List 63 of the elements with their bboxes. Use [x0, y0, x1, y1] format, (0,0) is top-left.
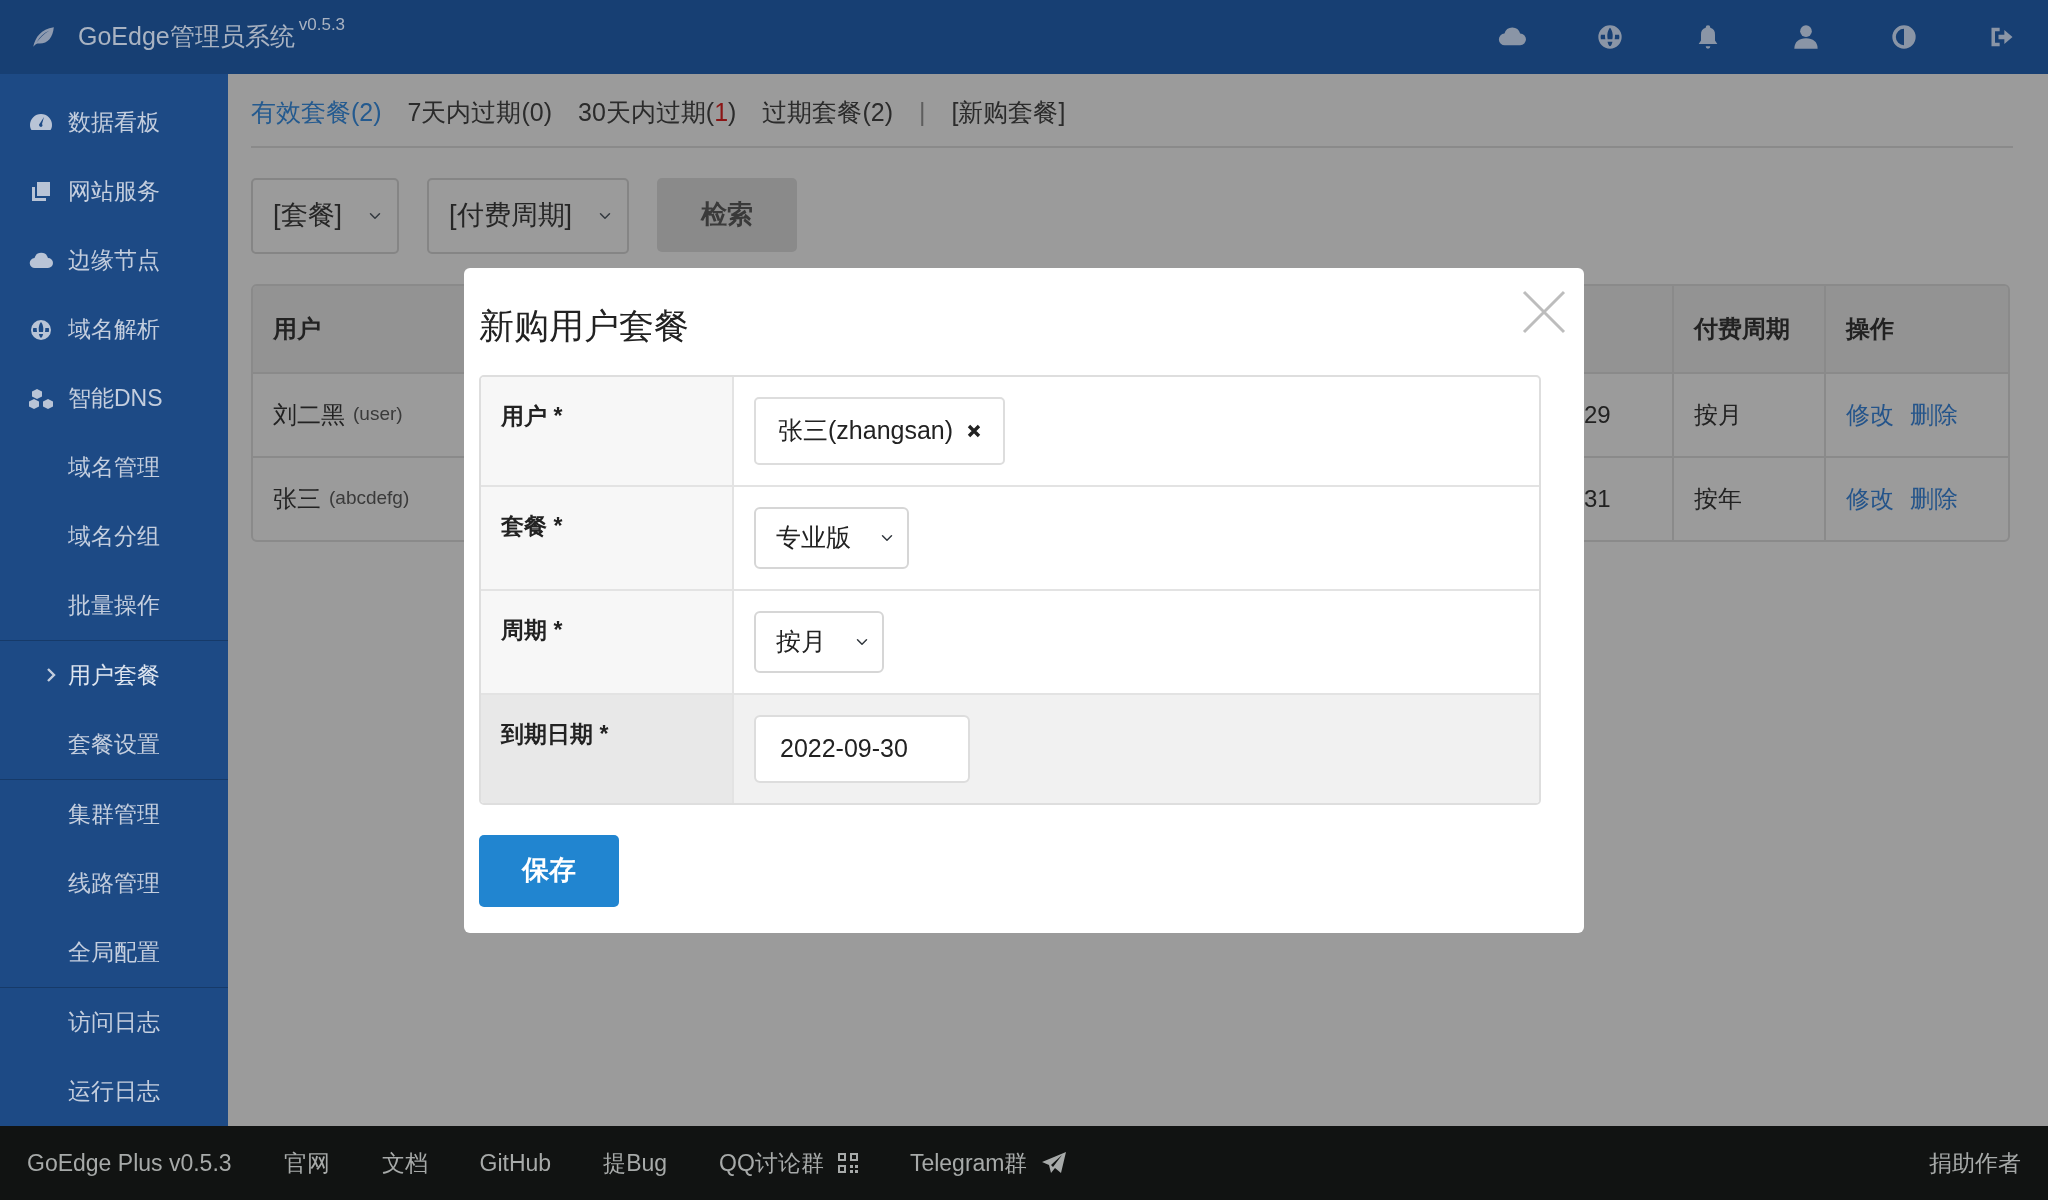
date-field[interactable]: 2022-09-30: [754, 714, 970, 783]
tab[interactable]: 过期套餐(2): [762, 94, 893, 132]
sidebar-item[interactable]: 域名分组: [0, 502, 228, 571]
tab[interactable]: 7天内过期(0): [407, 94, 553, 132]
sidebar-item[interactable]: 域名管理: [0, 433, 228, 502]
footer-link[interactable]: Telegram群: [909, 1145, 1066, 1181]
username-label: (user): [353, 402, 403, 427]
sidebar-item[interactable]: 全局配置: [0, 918, 228, 987]
footer-link[interactable]: 文档: [381, 1145, 428, 1181]
action-link[interactable]: 修改: [1846, 480, 1894, 517]
modal-title: 新购用户套餐: [479, 305, 689, 347]
footer-link[interactable]: QQ讨论群: [719, 1145, 858, 1181]
search-button[interactable]: 检索: [657, 177, 797, 252]
field-label: 套餐 *: [481, 486, 734, 589]
footer-link[interactable]: 官网: [283, 1145, 330, 1181]
user-icon[interactable]: [1792, 23, 1820, 51]
separator: |: [918, 97, 926, 128]
plan-select[interactable]: 专业版: [754, 506, 909, 569]
sidebar-item[interactable]: 访问日志: [0, 988, 228, 1057]
table-cell: 按月: [1672, 371, 1824, 456]
version-label: v0.5.3: [298, 14, 346, 37]
qr-code-icon: [837, 1153, 858, 1173]
tab[interactable]: 30天内过期(1): [578, 94, 737, 132]
period-select[interactable]: [付费周期]: [427, 177, 629, 254]
sidebar-item[interactable]: 边缘节点: [0, 226, 228, 295]
remove-icon[interactable]: [967, 423, 982, 438]
sidebar-item[interactable]: 域名解析: [0, 295, 228, 364]
field-label: 周期 *: [481, 590, 734, 693]
user-name: 刘二黑: [273, 399, 345, 430]
sidebar-item[interactable]: 线路管理: [0, 849, 228, 918]
footer-link[interactable]: 提Bug: [603, 1145, 668, 1181]
user-field[interactable]: 张三(zhangsan): [754, 396, 1006, 465]
footer-link[interactable]: 捐助作者: [1929, 1145, 2021, 1181]
field-label: 到期日期 *: [481, 694, 734, 803]
column-header: 付费周期: [1672, 285, 1824, 372]
user-name: 张三: [273, 483, 321, 514]
sidebar-item[interactable]: 运行日志: [0, 1057, 228, 1126]
tab[interactable]: [新购套餐]: [951, 94, 1066, 132]
paper-plane-icon: [1041, 1152, 1066, 1174]
footer-link[interactable]: GoEdge Plus v0.5.3: [27, 1145, 232, 1181]
cubes-icon: [28, 386, 54, 411]
sidebar-item[interactable]: 集群管理: [0, 780, 228, 849]
close-button[interactable]: [1522, 290, 1566, 334]
plan-select[interactable]: [套餐]: [251, 177, 399, 254]
username-label: (abcdefg): [329, 486, 410, 511]
sidebar-item[interactable]: 用户套餐: [0, 641, 228, 710]
table-cell: 按年: [1672, 455, 1824, 540]
contrast-icon[interactable]: [1890, 23, 1918, 51]
sidebar-item[interactable]: 套餐设置: [0, 710, 228, 779]
column-header: 用户: [272, 313, 322, 344]
chevron-icon: [46, 668, 56, 682]
app-title: GoEdge管理员系统: [78, 21, 295, 53]
sidebar-item[interactable]: 智能DNS: [0, 364, 228, 433]
selected-user-text: 张三(zhangsan): [778, 414, 954, 446]
field-label: 用户 *: [481, 376, 734, 485]
period-select[interactable]: 按月: [754, 610, 884, 673]
column-header: 操作: [1824, 285, 2008, 372]
footer-link[interactable]: GitHub: [479, 1145, 552, 1181]
sidebar-item[interactable]: 数据看板: [0, 88, 228, 157]
sidebar-item[interactable]: 网站服务: [0, 157, 228, 226]
sidebar-item[interactable]: 批量操作: [0, 571, 228, 640]
save-button[interactable]: 保存: [479, 834, 619, 907]
action-link[interactable]: 修改: [1846, 396, 1894, 433]
